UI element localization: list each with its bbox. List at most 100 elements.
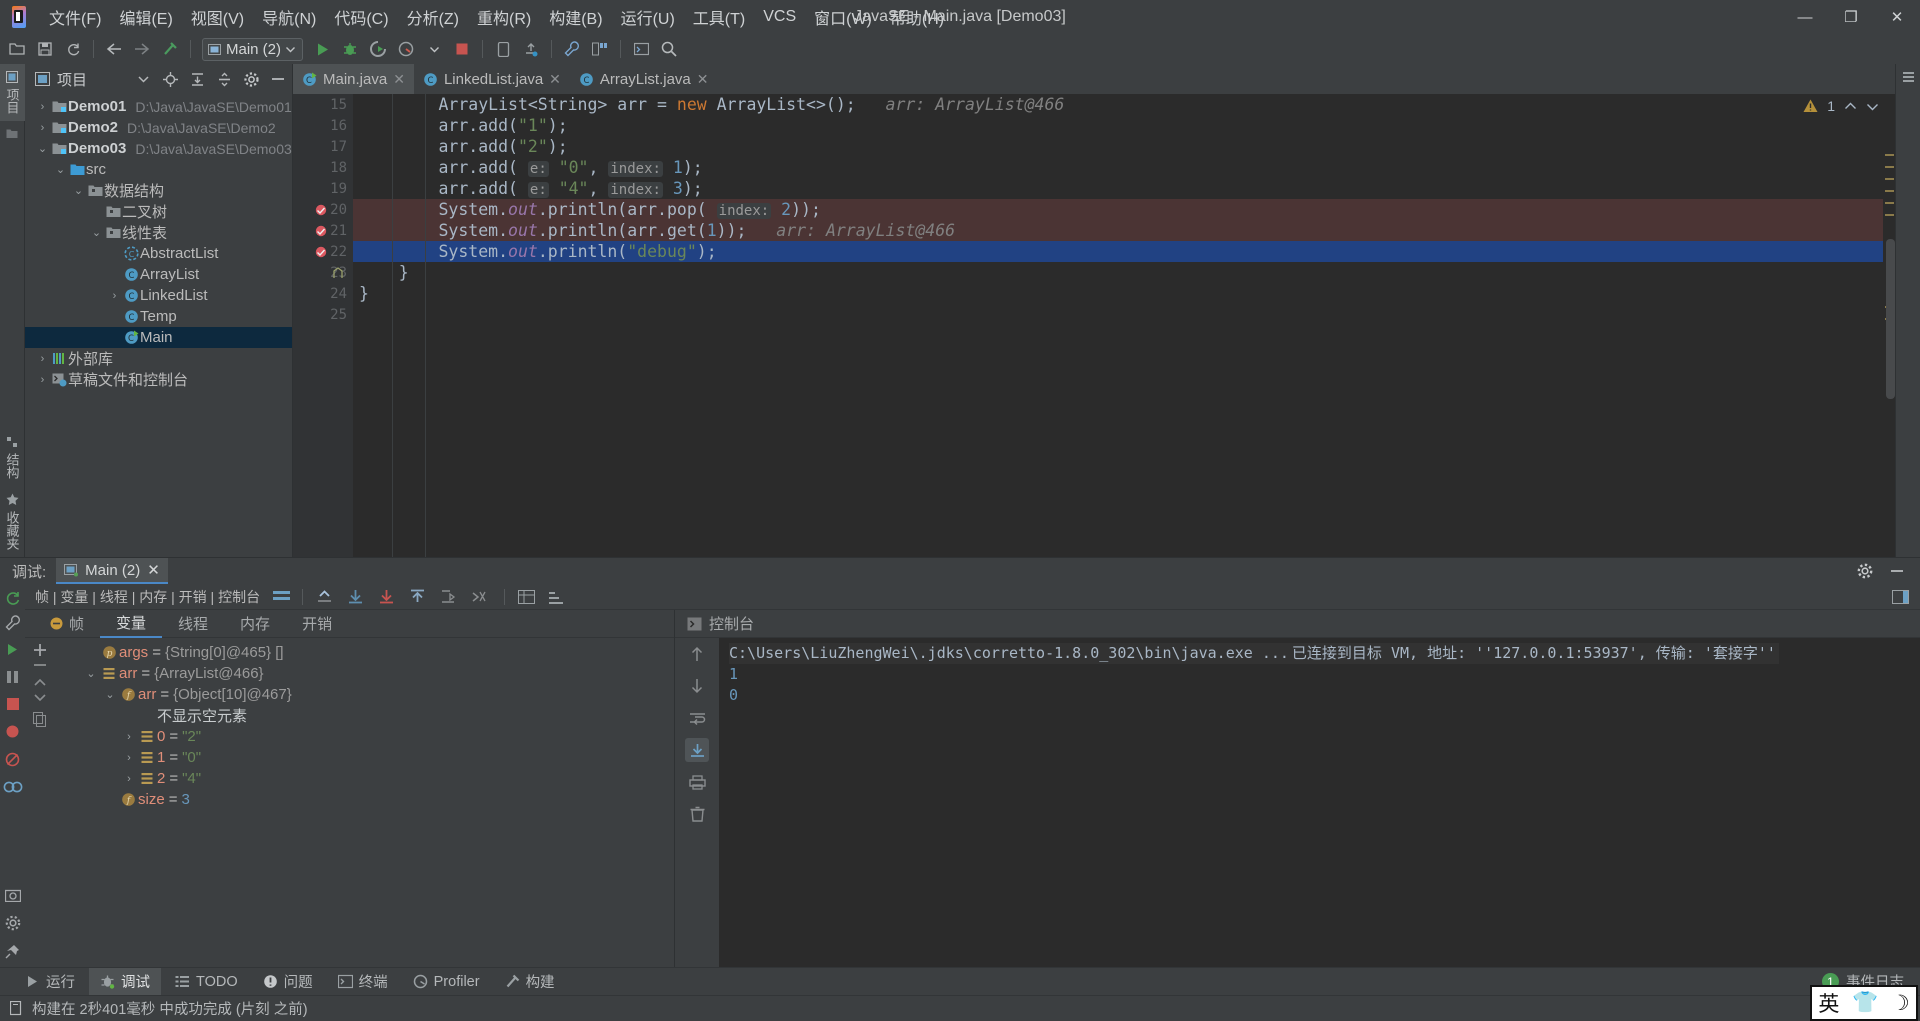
chevron-down-icon[interactable]: ⌄ <box>71 184 86 197</box>
project-tree[interactable]: › Demo01 D:\Java\JavaSE\Demo01 › Demo2 D:\Jav… <box>25 94 292 557</box>
variable-row[interactable]: ⌄ f arr = {Object[10]@467} <box>55 684 674 705</box>
code-line[interactable] <box>353 304 1883 325</box>
line-number[interactable]: 18 <box>293 157 353 178</box>
chevron-down-icon[interactable] <box>1866 102 1879 111</box>
copy-value-icon[interactable] <box>33 712 47 727</box>
code-line[interactable]: System.out.println(arr.pop( index: 2)); <box>353 199 1883 220</box>
project-tree-item[interactable]: C ArrayList <box>25 264 292 285</box>
add-watch-icon[interactable] <box>32 642 48 658</box>
chevron-right-icon[interactable]: › <box>35 353 50 365</box>
code-line[interactable]: arr.add( e: "0", index: 1); <box>353 157 1883 178</box>
breakpoint-icon[interactable] <box>315 204 327 216</box>
save-all-icon[interactable] <box>32 37 58 61</box>
menu-item-help[interactable]: 帮助(H) <box>881 1 953 33</box>
debug-tab-4[interactable]: 开销 <box>286 610 348 638</box>
view-breakpoints-icon[interactable] <box>5 719 20 744</box>
force-step-into-icon[interactable] <box>407 587 427 607</box>
minimize-button[interactable]: — <box>1782 0 1828 34</box>
rail-tab-structure[interactable]: 结构 <box>0 430 25 486</box>
code-line[interactable]: System.out.println("debug"); <box>353 241 1883 262</box>
menu-item-file[interactable]: 文件(F) <box>40 1 110 33</box>
line-number[interactable]: 20 <box>293 199 353 220</box>
project-tree-item[interactable]: ⌄ Demo03 D:\Java\JavaSE\Demo03 <box>25 138 292 159</box>
scroll-up-icon[interactable] <box>685 642 709 666</box>
line-number[interactable]: 16 <box>293 115 353 136</box>
chevron-down-icon[interactable]: ⌄ <box>83 667 99 680</box>
code-line[interactable]: } <box>353 262 1883 283</box>
upload-icon[interactable] <box>518 37 544 61</box>
debug-settings-icon[interactable] <box>5 910 21 936</box>
project-tree-item[interactable]: › Demo2 D:\Java\JavaSE\Demo2 <box>25 117 292 138</box>
menu-item-edit[interactable]: 编辑(E) <box>110 1 181 33</box>
close-icon[interactable]: ✕ <box>697 71 709 88</box>
editor-tab[interactable]: C LinkedList.java ✕ <box>414 64 570 94</box>
menu-item-navigate[interactable]: 导航(N) <box>253 1 325 33</box>
rail-tab-folder[interactable] <box>3 121 21 146</box>
wrench-settings-icon[interactable] <box>5 612 21 634</box>
layout-settings-icon[interactable] <box>271 587 291 607</box>
pin-icon[interactable] <box>5 939 20 967</box>
wrench-icon[interactable] <box>559 37 585 61</box>
code-line[interactable]: } <box>353 283 1883 304</box>
debug-tab-3[interactable]: 内存 <box>224 610 286 638</box>
menu-item-refactor[interactable]: 重构(R) <box>468 1 540 33</box>
menu-item-view[interactable]: 视图(V) <box>182 1 253 33</box>
tool-window-tab[interactable]: 终端 <box>327 968 399 996</box>
debug-hide-icon[interactable] <box>1886 560 1908 582</box>
project-tree-item[interactable]: ⌄ 线性表 <box>25 222 292 243</box>
debug-tab-1[interactable]: 变量 <box>100 610 163 638</box>
project-tree-item[interactable]: › C LinkedList <box>25 285 292 306</box>
breakpoint-icon[interactable] <box>315 225 327 237</box>
chevron-down-icon[interactable]: ⌄ <box>53 163 68 176</box>
navigate-forward-icon[interactable] <box>129 37 155 61</box>
remove-watch-icon[interactable] <box>32 662 48 668</box>
line-number[interactable]: 19 <box>293 178 353 199</box>
scroll-to-end-icon[interactable] <box>685 738 709 762</box>
project-tree-item[interactable]: › 草稿文件和控制台 <box>25 369 292 390</box>
menu-item-vcs[interactable]: VCS <box>754 4 805 30</box>
line-number[interactable]: 21 <box>293 220 353 241</box>
structure-icon[interactable] <box>587 37 613 61</box>
project-tree-item[interactable]: C AbstractList <box>25 243 292 264</box>
menu-item-analyze[interactable]: 分析(Z) <box>398 1 468 33</box>
step-into-icon[interactable] <box>376 587 396 607</box>
ime-indicator[interactable]: 英 👕 ☽ <box>1810 985 1918 1021</box>
editor-tab[interactable]: C Main.java ✕ <box>293 64 414 94</box>
project-tree-item[interactable]: ⌄ 数据结构 <box>25 180 292 201</box>
project-tree-item[interactable]: › 外部库 <box>25 348 292 369</box>
variable-row[interactable]: 不显示空元素 <box>55 705 674 726</box>
resume-program-icon[interactable] <box>5 637 20 662</box>
pause-program-icon[interactable] <box>6 665 19 689</box>
rerun-icon[interactable] <box>5 587 21 609</box>
hide-panel-icon[interactable] <box>268 69 288 89</box>
project-tree-item[interactable]: › Demo01 D:\Java\JavaSE\Demo01 <box>25 96 292 117</box>
maximize-button[interactable]: ❐ <box>1828 0 1874 34</box>
rail-tab-favorites[interactable]: 收藏夹 <box>0 486 25 557</box>
scroll-from-source-icon[interactable] <box>160 69 180 89</box>
close-icon[interactable]: ✕ <box>147 561 160 579</box>
run-configuration-selector[interactable]: Main (2) <box>202 37 304 61</box>
menu-item-code[interactable]: 代码(C) <box>325 1 397 33</box>
tool-window-tab[interactable]: 调试 <box>89 967 161 996</box>
chevron-down-icon[interactable]: ⌄ <box>102 688 118 701</box>
run-with-coverage-icon[interactable] <box>365 37 391 61</box>
clear-all-icon[interactable] <box>685 802 709 826</box>
close-icon[interactable]: ✕ <box>393 71 405 88</box>
chevron-down-icon[interactable]: ⌄ <box>89 226 104 239</box>
debug-tab-2[interactable]: 线程 <box>162 610 224 638</box>
editor-code-lines[interactable]: ArrayList<String> arr = new ArrayList<>(… <box>353 94 1883 557</box>
line-number[interactable]: 22 <box>293 241 353 262</box>
chevron-right-icon[interactable]: › <box>35 374 50 386</box>
editor-inspection-widget[interactable]: 1 <box>1803 98 1879 114</box>
screenshot-icon[interactable] <box>4 883 21 907</box>
menu-item-window[interactable]: 窗口(W) <box>805 1 881 33</box>
variable-row[interactable]: ⌄ arr = {ArrayList@466} <box>55 663 674 684</box>
sort-values-icon[interactable] <box>547 587 567 607</box>
variable-row[interactable]: › 0 = "2" <box>55 726 674 747</box>
stop-icon[interactable] <box>449 37 475 61</box>
line-number[interactable]: 23 <box>293 262 353 283</box>
project-tree-item[interactable]: C Temp <box>25 306 292 327</box>
project-tree-item[interactable]: C Main <box>25 327 292 348</box>
code-line[interactable]: arr.add("2"); <box>353 136 1883 157</box>
variable-row[interactable]: › 2 = "4" <box>55 768 674 789</box>
